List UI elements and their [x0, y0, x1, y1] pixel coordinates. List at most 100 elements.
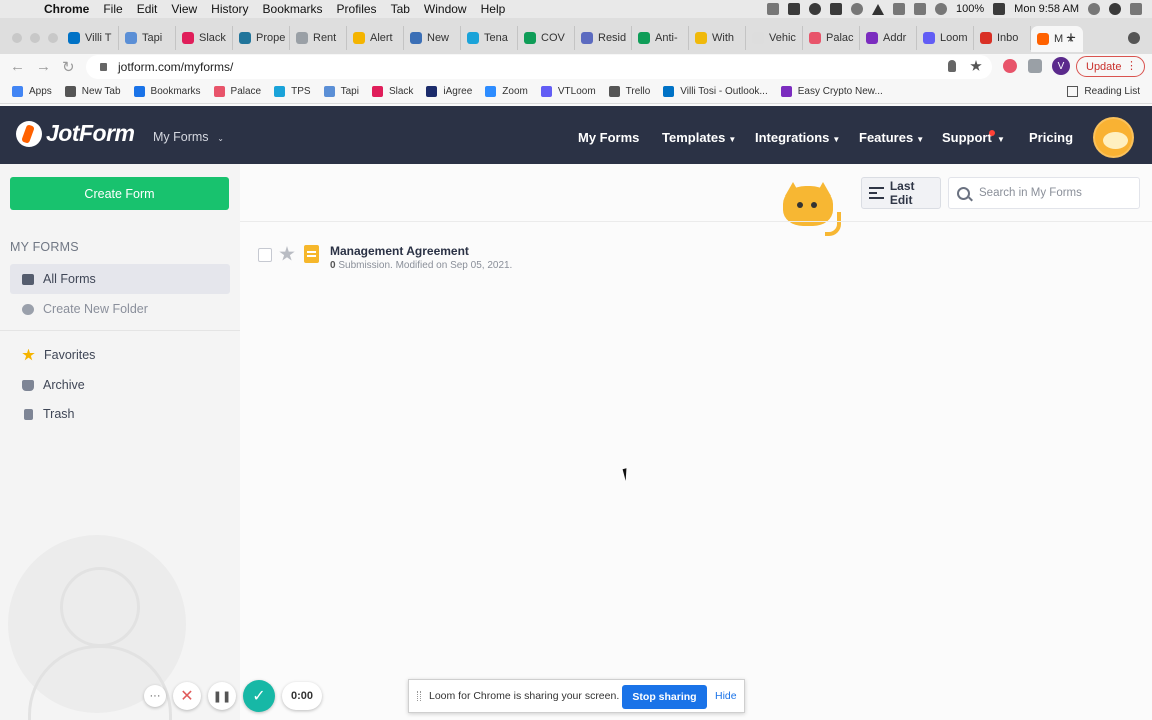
nav-support[interactable]: Support ▼ — [942, 130, 1005, 145]
bookmark-item[interactable]: Villi Tosi - Outlook... — [663, 86, 768, 97]
loom-cancel-button[interactable]: ✕ — [173, 682, 201, 710]
nav-integrations[interactable]: Integrations ▼ — [755, 130, 840, 145]
jotform-logo[interactable]: JotForm — [16, 120, 135, 147]
browser-tab[interactable]: COV — [518, 26, 575, 50]
cloud-icon[interactable] — [809, 3, 822, 15]
browser-tab[interactable]: Villi T — [62, 26, 119, 50]
bluetooth-icon[interactable] — [914, 3, 927, 15]
tab-search-icon[interactable] — [1128, 32, 1140, 44]
workspace-dropdown[interactable]: My Forms ⌄ — [153, 130, 224, 144]
microphone-icon[interactable] — [767, 3, 780, 15]
form-list-item[interactable]: Management Agreement 0 Submission. Modif… — [258, 244, 858, 271]
reading-list-button[interactable]: Reading List — [1067, 86, 1140, 97]
menu-app-name[interactable]: Chrome — [44, 2, 89, 16]
browser-tab[interactable]: Palac — [803, 26, 860, 50]
browser-tab[interactable]: Addr — [860, 26, 917, 50]
nav-my-forms[interactable]: My Forms — [578, 130, 639, 145]
close-window-button[interactable] — [12, 33, 22, 43]
sidebar-item-favorites[interactable]: Favorites — [10, 340, 230, 370]
url-text[interactable]: jotform.com/myforms/ — [118, 60, 233, 74]
nav-features[interactable]: Features ▼ — [859, 130, 924, 145]
nav-pricing[interactable]: Pricing — [1029, 130, 1073, 145]
menu-help[interactable]: Help — [481, 2, 506, 16]
sidebar-item-archive[interactable]: Archive — [10, 370, 230, 400]
browser-tab[interactable]: Vehic — [746, 26, 803, 50]
bookmark-item[interactable]: iAgree — [426, 86, 472, 97]
menu-profiles[interactable]: Profiles — [337, 2, 377, 16]
hide-button[interactable]: Hide — [715, 690, 737, 702]
lock-icon[interactable] — [100, 63, 107, 71]
stop-sharing-button[interactable]: Stop sharing — [622, 685, 707, 709]
control-center-icon[interactable] — [1130, 3, 1142, 15]
drive-icon[interactable] — [872, 3, 885, 15]
user-avatar[interactable] — [1093, 117, 1134, 158]
zoom-window-button[interactable] — [48, 33, 58, 43]
update-button[interactable]: Update ⋮ — [1076, 56, 1145, 77]
sidebar-item-trash[interactable]: Trash — [10, 399, 230, 429]
siri-icon[interactable] — [1109, 3, 1121, 15]
camera-icon[interactable] — [788, 3, 801, 15]
search-box[interactable] — [948, 177, 1140, 209]
search-input[interactable] — [979, 187, 1129, 199]
bookmark-item[interactable]: Apps — [12, 86, 52, 97]
extensions-puzzle-icon[interactable] — [1028, 59, 1042, 73]
bookmark-item[interactable]: VTLoom — [540, 86, 596, 97]
bookmark-item[interactable]: Trello — [608, 86, 650, 97]
bookmark-item[interactable]: Palace — [213, 86, 261, 97]
minimize-window-button[interactable] — [30, 33, 40, 43]
loom-more-button[interactable]: ··· — [144, 685, 166, 707]
bookmark-item[interactable]: TPS — [274, 86, 311, 97]
browser-tab[interactable]: Tena — [461, 26, 518, 50]
browser-tab[interactable]: Rent — [290, 26, 347, 50]
menu-window[interactable]: Window — [424, 2, 467, 16]
create-form-button[interactable]: Create Form — [10, 177, 229, 210]
menu-view[interactable]: View — [171, 2, 197, 16]
menubar-clock[interactable]: Mon 9:58 AM — [1014, 3, 1079, 15]
browser-tab[interactable]: Anti- — [632, 26, 689, 50]
microphone-icon[interactable] — [948, 60, 956, 72]
grid-icon[interactable] — [893, 3, 906, 15]
sidebar-item-all-forms[interactable]: All Forms — [10, 264, 230, 294]
menu-history[interactable]: History — [211, 2, 248, 16]
browser-tab[interactable]: Inbo — [974, 26, 1031, 50]
omnibox[interactable]: jotform.com/myforms/ — [86, 55, 992, 79]
back-button[interactable]: ← — [10, 58, 25, 75]
screen-icon[interactable] — [830, 3, 843, 15]
sidebar-item-create-folder[interactable]: Create New Folder — [10, 294, 230, 324]
menu-file[interactable]: File — [103, 2, 122, 16]
bookmark-item[interactable]: Zoom — [485, 86, 528, 97]
browser-tab[interactable]: Resid — [575, 26, 632, 50]
spotlight-icon[interactable] — [1088, 3, 1100, 15]
menu-tab[interactable]: Tab — [391, 2, 410, 16]
menu-edit[interactable]: Edit — [137, 2, 158, 16]
bookmark-item[interactable]: Easy Crypto New... — [780, 86, 883, 97]
form-select-checkbox[interactable] — [258, 248, 272, 262]
extension-icon[interactable] — [1003, 59, 1017, 73]
favorite-star-icon[interactable] — [279, 246, 295, 261]
loom-finish-button[interactable]: ✓ — [243, 680, 275, 712]
profile-avatar[interactable]: V — [1052, 57, 1070, 75]
bookmark-star-icon[interactable] — [970, 60, 982, 71]
browser-tab[interactable]: New — [404, 26, 461, 50]
bookmark-item[interactable]: New Tab — [64, 86, 121, 97]
reload-button[interactable]: ↻ — [62, 58, 75, 76]
nav-templates[interactable]: Templates ▼ — [662, 130, 736, 145]
sort-button[interactable]: Last Edit — [861, 177, 941, 209]
wifi-icon[interactable] — [935, 3, 948, 15]
bookmark-item[interactable]: Slack — [371, 86, 413, 97]
battery-icon[interactable] — [993, 3, 1006, 15]
browser-tab[interactable]: Alert — [347, 26, 404, 50]
bookmark-item[interactable]: Tapi — [323, 86, 359, 97]
loom-pause-button[interactable]: ❚❚ — [208, 682, 236, 710]
browser-tab[interactable]: Slack — [176, 26, 233, 50]
drag-handle-icon[interactable] — [417, 691, 421, 701]
browser-tab[interactable]: Tapi — [119, 26, 176, 50]
new-tab-button[interactable]: + — [1066, 28, 1076, 48]
bookmark-item[interactable]: Bookmarks — [133, 86, 201, 97]
battery-percent[interactable]: 100% — [956, 3, 984, 15]
browser-tab[interactable]: Prope — [233, 26, 290, 50]
browser-tab[interactable]: With — [689, 26, 746, 50]
form-title[interactable]: Management Agreement — [330, 244, 469, 258]
forward-button[interactable]: → — [36, 58, 51, 75]
browser-tab[interactable]: Loom — [917, 26, 974, 50]
